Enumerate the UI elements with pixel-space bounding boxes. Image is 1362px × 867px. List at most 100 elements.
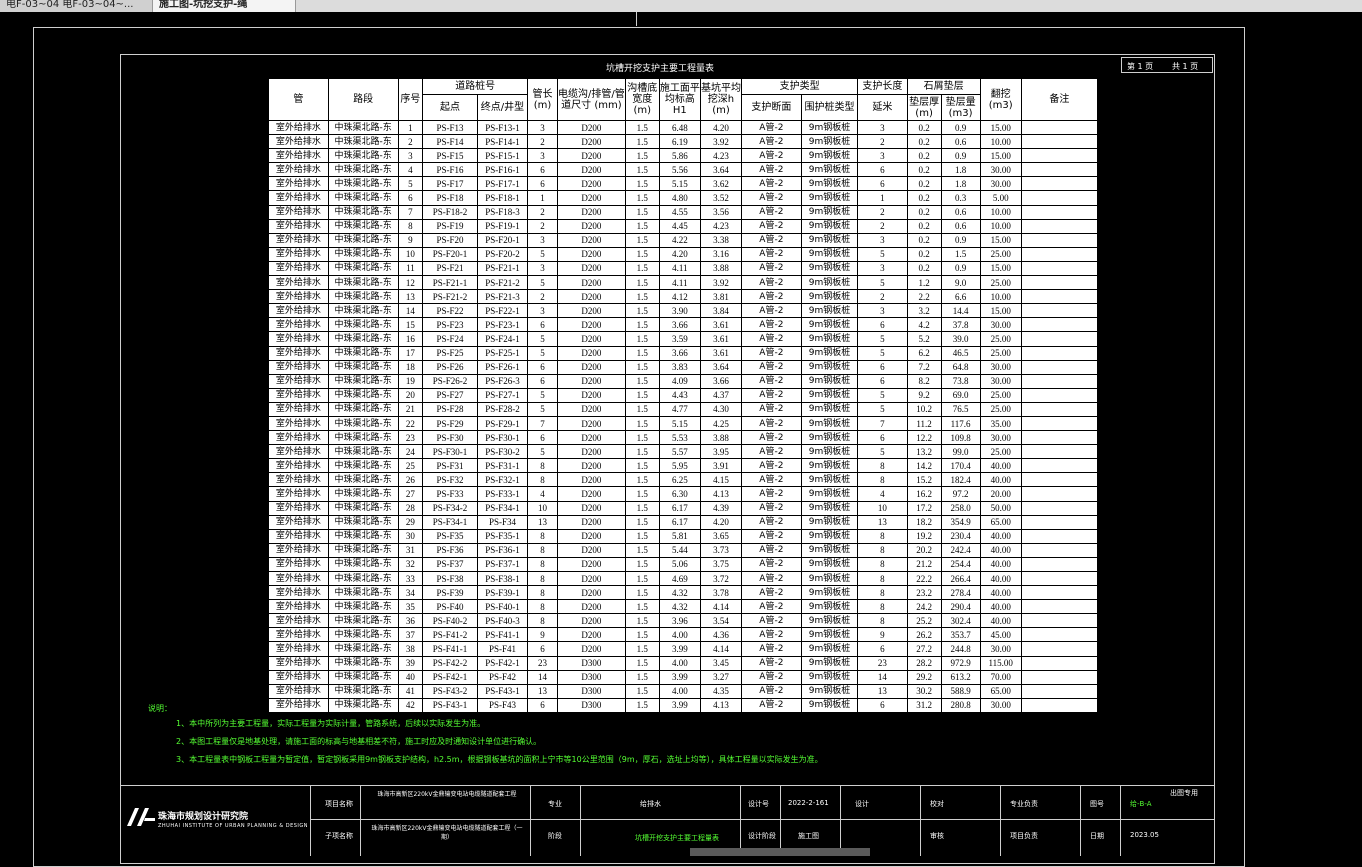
cell-avg-elev: 4.00	[658, 627, 701, 643]
cell-pipe: 室外给排水	[268, 486, 329, 502]
cell-road: 中珠渠北路-东	[327, 599, 399, 615]
cell-end: PS-F42-1	[476, 655, 529, 671]
cell-length: 6	[527, 430, 558, 446]
table-row: 室外给排水 中珠渠北路-东 21 PS-F28 PS-F28-2 5 D200 1.5 4.77…	[268, 401, 1099, 417]
cell-extend-m: 8	[857, 472, 908, 488]
cell-pile-type: 9m钢板桩	[800, 669, 859, 685]
cell-pile-type: 9m钢板桩	[800, 345, 859, 361]
cell-gravel-thick: 0.2	[906, 119, 942, 136]
cell-remark	[1020, 542, 1099, 558]
cell-excav: 25.00	[979, 246, 1022, 262]
header-pipe: 管	[268, 78, 329, 121]
cell-end: PS-F24-1	[476, 331, 529, 347]
document-tab-1[interactable]: 电F-03~04 电F-03~04~...	[0, 0, 153, 12]
cell-seq: 3	[397, 148, 424, 164]
cell-end: PS-F15-1	[476, 148, 529, 164]
cell-pit-depth: 3.56	[699, 204, 743, 220]
table-row: 室外给排水 中珠渠北路-东 24 PS-F30-1 PS-F30-2 5 D200 1.5 5.…	[268, 444, 1099, 460]
major-value: 给排水	[640, 800, 661, 808]
cell-avg-elev: 4.55	[658, 204, 701, 220]
cell-length: 3	[527, 260, 558, 277]
project-name: 珠海市高新区220kV金鼎输变电站电缆隧道配套工程	[377, 791, 517, 798]
cell-support-section: A管-2	[741, 204, 802, 220]
cell-pile-type: 9m钢板桩	[800, 232, 859, 248]
cell-cable: D200	[556, 134, 626, 150]
cell-support-section: A管-2	[741, 415, 802, 432]
cell-excav: 40.00	[979, 472, 1022, 488]
cell-length: 1	[527, 190, 558, 206]
cell-end: PS-F36-1	[476, 542, 529, 558]
cell-road: 中珠渠北路-东	[327, 683, 399, 699]
cell-support-section: A管-2	[741, 585, 802, 601]
cell-remark	[1020, 359, 1099, 375]
cell-cable: D200	[556, 275, 626, 291]
cell-gravel-thick: 19.2	[906, 528, 942, 544]
table-row: 室外给排水 中珠渠北路-东 13 PS-F21-2 PS-F21-3 2 D200 1.5 4.…	[268, 289, 1099, 305]
project-name-label: 项目名称	[325, 800, 353, 808]
cell-trench-width: 1.5	[624, 458, 660, 474]
cell-cable: D200	[556, 317, 626, 333]
cell-end: PS-F21-1	[476, 260, 529, 277]
cell-pipe: 室外给排水	[268, 528, 329, 544]
cell-avg-elev: 3.66	[658, 345, 701, 361]
cell-extend-m: 8	[857, 542, 908, 558]
cell-pipe: 室外给排水	[268, 401, 329, 417]
cell-cable: D200	[556, 585, 626, 601]
cell-extend-m: 6	[857, 697, 908, 714]
cell-pit-depth: 3.61	[699, 345, 743, 361]
horizontal-scrollbar[interactable]	[690, 848, 870, 856]
cell-remark	[1020, 585, 1099, 601]
cell-pile-type: 9m钢板桩	[800, 458, 859, 474]
cell-remark	[1020, 697, 1099, 714]
table-row: 室外给排水 中珠渠北路-东 29 PS-F34-1 PS-F34 13 D200 1.5 6.1…	[268, 514, 1099, 530]
cell-support-section: A管-2	[741, 218, 802, 234]
cell-cable: D200	[556, 641, 626, 657]
cell-avg-elev: 4.32	[658, 585, 701, 601]
cell-pipe: 室外给排水	[268, 345, 329, 361]
table-row: 室外给排水 中珠渠北路-东 20 PS-F27 PS-F27-1 5 D200 1.5 4.43…	[268, 387, 1099, 403]
cell-gravel-thick: 12.2	[906, 430, 942, 446]
cell-seq: 26	[397, 472, 424, 488]
cell-start: PS-F41-1	[422, 641, 478, 657]
cell-pit-depth: 4.23	[699, 148, 743, 164]
cell-excav: 10.00	[979, 218, 1022, 234]
cell-road: 中珠渠北路-东	[327, 472, 399, 488]
cell-cable: D200	[556, 542, 626, 558]
cell-pile-type: 9m钢板桩	[800, 430, 859, 446]
cell-trench-width: 1.5	[624, 373, 660, 389]
cell-cable: D200	[556, 260, 626, 277]
cell-remark	[1020, 275, 1099, 291]
document-tab-2-active[interactable]: 施工图-坑挖支护-绳	[152, 0, 296, 12]
cell-support-section: A管-2	[741, 246, 802, 262]
cell-length: 13	[527, 683, 558, 699]
cell-avg-elev: 4.11	[658, 260, 701, 277]
cell-remark	[1020, 570, 1099, 587]
cell-length: 8	[527, 458, 558, 474]
cell-road: 中珠渠北路-东	[327, 246, 399, 262]
cell-end: PS-F18-3	[476, 204, 529, 220]
header-pit-depth: 基坑平均挖深h (m)	[699, 78, 743, 121]
cell-gravel-thick: 0.2	[906, 134, 942, 150]
cell-extend-m: 8	[857, 458, 908, 474]
cell-cable: D200	[556, 613, 626, 629]
cell-cable: D200	[556, 444, 626, 460]
cell-extend-m: 2	[857, 289, 908, 305]
cell-start: PS-F15	[422, 148, 478, 164]
cell-gravel-vol: 1.8	[940, 176, 981, 192]
review-label: 审核	[930, 832, 944, 840]
cell-end: PS-F31-1	[476, 458, 529, 474]
cell-gravel-thick: 30.2	[906, 683, 942, 699]
cell-remark	[1020, 683, 1099, 699]
cell-end: PS-F37-1	[476, 556, 529, 573]
cell-end: PS-F21-3	[476, 289, 529, 305]
cell-trench-width: 1.5	[624, 697, 660, 714]
cell-start: PS-F33	[422, 486, 478, 502]
cell-cable: D200	[556, 176, 626, 192]
cell-support-section: A管-2	[741, 275, 802, 291]
cell-length: 9	[527, 627, 558, 643]
cell-trench-width: 1.5	[624, 246, 660, 262]
cell-pile-type: 9m钢板桩	[800, 401, 859, 417]
cell-avg-elev: 4.80	[658, 190, 701, 206]
cell-start: PS-F34-1	[422, 514, 478, 530]
cell-seq: 40	[397, 669, 424, 685]
